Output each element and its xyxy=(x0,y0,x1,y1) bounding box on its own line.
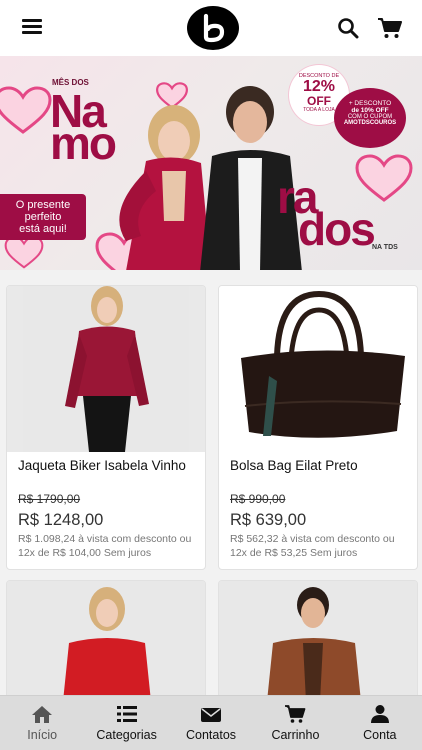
banner-word-4: dos xyxy=(298,203,376,255)
user-icon xyxy=(370,705,389,723)
banner-tds: NA TDS xyxy=(372,244,398,251)
coupon-line-2: de 10% OFF xyxy=(351,107,389,114)
nav-label: Conta xyxy=(363,728,397,742)
nav-label: Contatos xyxy=(186,728,237,742)
heart-icon xyxy=(355,154,413,202)
search-icon[interactable] xyxy=(337,17,359,39)
gift-line-2: perfeito xyxy=(24,211,62,223)
cart-icon xyxy=(285,705,306,723)
coupon-code: AMOTDSCOUROS xyxy=(343,120,397,126)
envelope-icon xyxy=(201,708,222,722)
product-name[interactable]: Jaqueta Biker Isabela Vinho xyxy=(18,458,196,474)
product-grid: Jaqueta Biker Isabela Vinho R$ 1790,00 R… xyxy=(0,270,422,700)
gift-line-1: O presente xyxy=(15,199,71,211)
nav-label: Carrinho xyxy=(271,728,320,742)
nav-label: Início xyxy=(27,728,58,742)
product-image[interactable] xyxy=(219,581,417,700)
list-icon xyxy=(116,706,137,722)
coupon-line-1: + DESCONTO xyxy=(348,100,392,107)
product-price: R$ 1248,00 xyxy=(18,511,104,529)
home-icon xyxy=(32,706,53,723)
product-name[interactable]: Bolsa Bag Eilat Preto xyxy=(230,458,408,474)
product-installments: R$ 1.098,24 à vista com desconto ou 12x … xyxy=(18,533,192,559)
discount-value: 12% xyxy=(302,78,336,95)
nav-label: Categorias xyxy=(96,728,157,742)
menu-icon[interactable] xyxy=(22,18,44,36)
product-image[interactable] xyxy=(7,581,205,700)
gift-badge: O presente perfeito está aqui! xyxy=(0,194,86,240)
product-image[interactable] xyxy=(219,286,417,452)
banner-word-2: mo xyxy=(50,117,117,169)
product-card[interactable] xyxy=(6,580,206,700)
nav-item-categories[interactable]: Categorias xyxy=(84,696,168,750)
nav-item-home[interactable]: Início xyxy=(0,696,84,750)
brand-logo[interactable] xyxy=(187,6,239,50)
logo-mark-icon xyxy=(203,13,225,43)
coupon-badge: + DESCONTO de 10% OFF COM O CUPOM AMOTDS… xyxy=(334,88,406,148)
promo-banner[interactable]: MÊS DOS Na mo ra dos NA TDS DESCONTO DE … xyxy=(0,56,422,270)
product-card[interactable]: Bolsa Bag Eilat Preto R$ 990,00 R$ 639,0… xyxy=(218,285,418,570)
heart-icon xyxy=(0,86,52,134)
app-header xyxy=(0,0,422,56)
product-old-price: R$ 1790,00 xyxy=(18,492,81,506)
product-image[interactable] xyxy=(7,286,205,452)
product-price: R$ 639,00 xyxy=(230,511,307,529)
product-installments: R$ 562,32 à vista com desconto ou 12x de… xyxy=(230,533,395,559)
nav-item-cart[interactable]: Carrinho xyxy=(253,696,337,750)
nav-item-account[interactable]: Conta xyxy=(338,696,422,750)
gift-line-3: está aqui! xyxy=(19,223,67,235)
cart-icon[interactable] xyxy=(377,17,403,39)
product-card[interactable]: Jaqueta Biker Isabela Vinho R$ 1790,00 R… xyxy=(6,285,206,570)
nav-item-contacts[interactable]: Contatos xyxy=(169,696,253,750)
product-old-price: R$ 990,00 xyxy=(230,492,286,506)
heart-icon xyxy=(4,236,44,269)
bottom-nav: Início Categorias Contatos Carrinho Cont… xyxy=(0,695,422,750)
product-card[interactable] xyxy=(218,580,418,700)
